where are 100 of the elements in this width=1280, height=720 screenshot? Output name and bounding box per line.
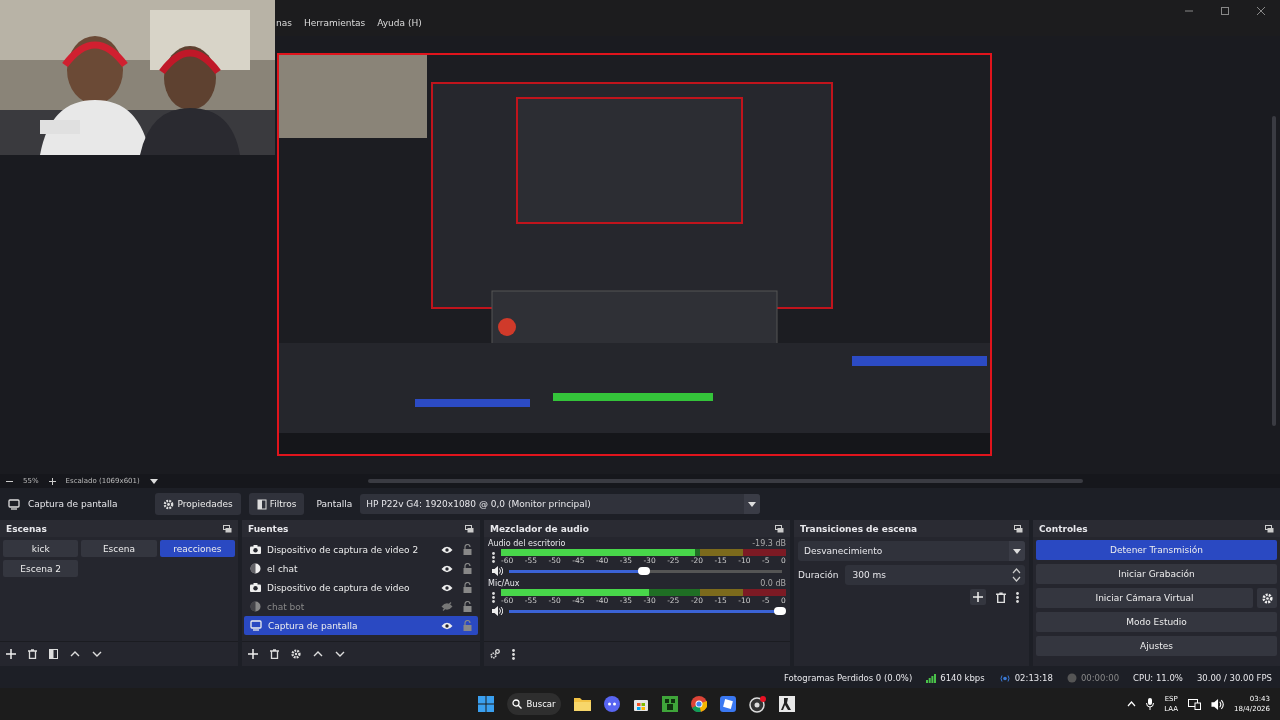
dropdown-icon[interactable] bbox=[149, 478, 158, 484]
source-name: el chat bbox=[267, 563, 299, 574]
speaker-icon[interactable] bbox=[492, 606, 503, 616]
hidden-eye-icon[interactable] bbox=[441, 602, 453, 611]
toolbar-button[interactable]: Filtros bbox=[248, 493, 305, 515]
dock-title: Mezclador de audio bbox=[490, 523, 589, 534]
maximize-icon[interactable] bbox=[1220, 6, 1230, 16]
bitrate: 6140 kbps bbox=[940, 673, 985, 683]
settings-button[interactable] bbox=[1257, 588, 1277, 608]
search-field[interactable]: Buscar bbox=[507, 693, 561, 715]
db-reading: -19.3 dB bbox=[752, 539, 786, 548]
more-icon[interactable] bbox=[492, 591, 495, 603]
start-icon[interactable] bbox=[478, 696, 494, 712]
undock-icon[interactable] bbox=[775, 524, 784, 533]
dropped-frames: Fotogramas Perdidos 0 (0.0%) bbox=[783, 673, 913, 683]
eye-icon[interactable] bbox=[441, 621, 453, 630]
undock-icon[interactable] bbox=[223, 524, 232, 533]
app-icon[interactable] bbox=[720, 696, 736, 712]
globe-icon bbox=[250, 563, 261, 574]
gear-icon[interactable] bbox=[490, 649, 500, 659]
undock-icon[interactable] bbox=[465, 524, 474, 533]
scene-button[interactable]: Escena bbox=[81, 540, 157, 557]
add-icon bbox=[973, 592, 983, 602]
microphone-icon[interactable] bbox=[1146, 698, 1155, 710]
control-button[interactable]: Iniciar Cámara Virtual bbox=[1036, 588, 1253, 608]
chat-app-icon[interactable] bbox=[604, 696, 620, 712]
dock-title: Transiciones de escena bbox=[800, 523, 918, 534]
lock-icon[interactable] bbox=[463, 563, 472, 574]
toolbar-button[interactable]: Propiedades bbox=[155, 493, 241, 515]
control-button[interactable]: Detener Transmisión bbox=[1036, 540, 1277, 560]
eye-icon[interactable] bbox=[441, 545, 453, 554]
control-button[interactable]: Ajustes bbox=[1036, 636, 1277, 656]
fps-reading: 30.00 / 30.00 FPS bbox=[1196, 673, 1272, 683]
add-icon[interactable] bbox=[248, 649, 258, 659]
more-icon[interactable] bbox=[1016, 591, 1019, 603]
volume-slider[interactable] bbox=[509, 569, 782, 573]
undock-icon[interactable] bbox=[1014, 524, 1023, 533]
lock-icon[interactable] bbox=[463, 582, 472, 593]
close-icon[interactable] bbox=[1256, 6, 1266, 16]
control-button[interactable]: Modo Estudio bbox=[1036, 612, 1277, 632]
source-item[interactable]: Captura de pantalla bbox=[244, 616, 478, 635]
lock-icon[interactable] bbox=[463, 544, 472, 555]
source-item[interactable]: chat bot bbox=[244, 597, 478, 616]
menu-item[interactable]: Herramientas bbox=[303, 18, 366, 28]
scene-button[interactable]: kick bbox=[3, 540, 79, 557]
add-icon[interactable] bbox=[6, 649, 16, 659]
trash-icon[interactable] bbox=[28, 649, 37, 659]
game-icon[interactable] bbox=[779, 696, 795, 712]
eye-icon[interactable] bbox=[441, 564, 453, 573]
speaker-icon[interactable] bbox=[1211, 698, 1225, 710]
scrollbar[interactable] bbox=[1272, 116, 1276, 426]
add-button[interactable] bbox=[970, 589, 986, 605]
source-name: Captura de pantalla bbox=[28, 499, 118, 509]
caret-icon bbox=[748, 501, 757, 507]
eye-icon[interactable] bbox=[441, 583, 453, 592]
source-item[interactable]: Dispositivo de captura de video bbox=[244, 578, 478, 597]
scene-button[interactable]: reacciones bbox=[159, 540, 235, 557]
caret-icon bbox=[1013, 548, 1021, 554]
source-name: Captura de pantalla bbox=[268, 620, 359, 631]
source-name: Dispositivo de captura de video bbox=[267, 582, 411, 593]
broadcast-icon bbox=[998, 673, 1011, 683]
source-item[interactable]: el chat bbox=[244, 559, 478, 578]
source-name: chat bot bbox=[267, 601, 306, 612]
display-dropdown[interactable]: HP P22v G4: 1920x1080 @ 0,0 (Monitor principal) bbox=[360, 494, 761, 514]
scene-button[interactable]: Escena 2 bbox=[3, 560, 79, 577]
undock-icon[interactable] bbox=[1265, 524, 1274, 533]
cpu-usage: CPU: 11.0% bbox=[1133, 673, 1183, 683]
browser-icon[interactable] bbox=[691, 696, 707, 712]
gear-icon[interactable] bbox=[291, 649, 301, 659]
chevron-up-icon[interactable] bbox=[1127, 701, 1137, 707]
spinner-arrows-icon[interactable] bbox=[1012, 567, 1021, 583]
folder-icon[interactable] bbox=[574, 697, 591, 711]
transition-dropdown[interactable]: Desvanecimiento bbox=[798, 541, 1025, 561]
field-label: Duración bbox=[798, 570, 839, 580]
monitor-icon bbox=[250, 620, 262, 631]
lock-icon[interactable] bbox=[463, 601, 472, 612]
camera-icon bbox=[250, 545, 261, 554]
scrollbar[interactable] bbox=[367, 479, 1083, 483]
control-button[interactable]: Iniciar Grabación bbox=[1036, 564, 1277, 584]
recording-app-icon[interactable] bbox=[749, 695, 766, 713]
more-icon[interactable] bbox=[512, 648, 515, 660]
dock-title: Controles bbox=[1039, 523, 1088, 534]
menu-item[interactable]: nas bbox=[276, 18, 292, 28]
gear-icon bbox=[1261, 592, 1273, 604]
duration-field[interactable]: 300 ms bbox=[844, 565, 1025, 585]
panel-icon[interactable] bbox=[49, 649, 58, 659]
zoom-in-icon[interactable] bbox=[48, 477, 56, 485]
more-icon[interactable] bbox=[492, 551, 495, 563]
dock-title: Fuentes bbox=[248, 523, 289, 534]
record-icon bbox=[1066, 673, 1077, 683]
monitor-icon bbox=[8, 498, 20, 510]
menu-item[interactable]: Ayuda (H) bbox=[377, 18, 422, 28]
trash-icon[interactable] bbox=[270, 649, 279, 659]
camera-icon bbox=[250, 583, 261, 592]
trash-icon[interactable] bbox=[996, 591, 1006, 603]
source-item[interactable]: Dispositivo de captura de video 2 bbox=[244, 540, 478, 559]
channel-name: Audio del escritorio bbox=[488, 539, 566, 548]
speaker-icon[interactable] bbox=[492, 566, 503, 576]
dock-title: Escenas bbox=[6, 523, 47, 534]
network-icon[interactable] bbox=[1188, 698, 1202, 710]
